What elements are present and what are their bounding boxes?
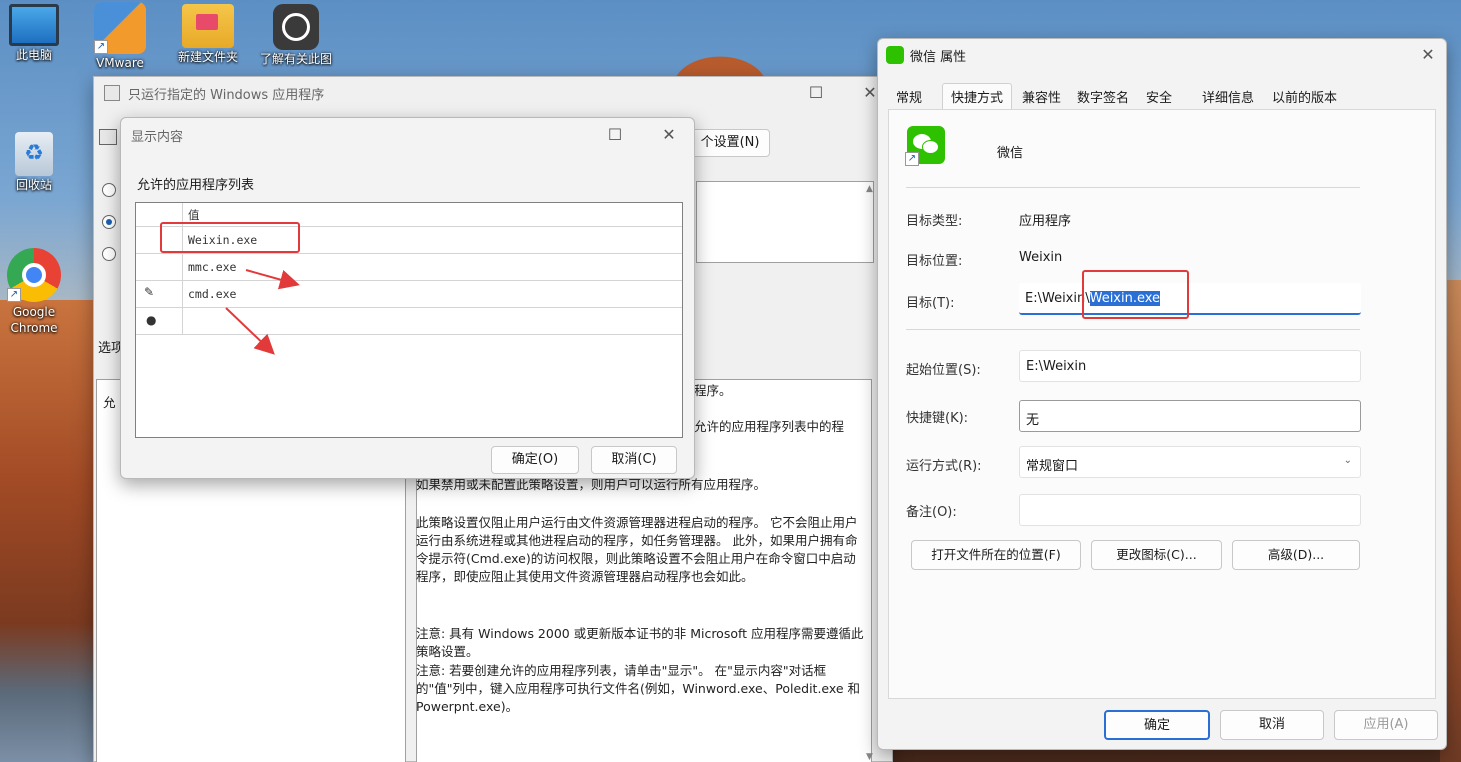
separator xyxy=(906,329,1360,330)
run-select[interactable]: 常规窗口 ⌄ xyxy=(1019,446,1361,478)
props-tabs: 常规 快捷方式 兼容性 数字签名 安全 详细信息 以前的版本 xyxy=(878,83,1448,111)
highlight-box-target-exe xyxy=(1082,270,1189,319)
chevron-down-icon: ⌄ xyxy=(1343,455,1352,466)
close-icon[interactable]: ✕ xyxy=(659,125,679,145)
chrome-icon: ↗ xyxy=(7,248,61,302)
tab-general[interactable]: 常规 xyxy=(896,87,922,106)
edit-pencil-icon: ✎ xyxy=(144,285,155,299)
separator xyxy=(906,187,1360,188)
target-value-prefix: E:\Weixin\ xyxy=(1025,291,1090,306)
advanced-button[interactable]: 高级(D)... xyxy=(1232,540,1360,570)
policy-setting-icon xyxy=(99,129,117,145)
help-paragraph-2: 此策略设置仅阻止用户运行由文件资源管理器进程启动的程序。 它不会阻止用户运行由系… xyxy=(416,515,858,584)
props-title: 微信 属性 xyxy=(910,49,967,65)
props-titlebar: 微信 属性 ✕ xyxy=(878,39,1446,71)
highlight-box-weixin-exe xyxy=(160,222,300,253)
start-in-input[interactable]: E:\Weixin xyxy=(1019,350,1361,382)
comment-input[interactable] xyxy=(1019,494,1361,526)
run-select-value: 常规窗口 xyxy=(1026,459,1079,474)
shortcut-arrow-icon: ↗ xyxy=(94,40,108,54)
recycle-bin-icon: ♻ xyxy=(15,132,53,176)
maximize-icon[interactable]: ☐ xyxy=(806,83,826,103)
tab-compatibility[interactable]: 兼容性 xyxy=(1022,87,1061,106)
comment-label: 备注(O): xyxy=(906,505,957,520)
ok-button[interactable]: 确定(O) xyxy=(491,446,579,474)
open-file-location-button[interactable]: 打开文件所在的位置(F) xyxy=(911,540,1081,570)
help-line-1: 程序。 xyxy=(694,383,732,398)
folder-icon xyxy=(182,4,234,48)
scroll-down-icon[interactable]: ▼ xyxy=(866,752,873,762)
tab-details[interactable]: 详细信息 xyxy=(1202,87,1254,106)
hotkey-input[interactable]: 无 xyxy=(1019,400,1361,432)
shortcut-arrow-icon: ↗ xyxy=(905,152,919,166)
tab-security[interactable]: 安全 xyxy=(1146,87,1172,106)
run-label: 运行方式(R): xyxy=(906,459,982,474)
allow-label: 允 xyxy=(103,395,116,410)
props-cancel-button[interactable]: 取消 xyxy=(1220,710,1324,740)
props-ok-button[interactable]: 确定 xyxy=(1104,710,1210,740)
target-label: 目标(T): xyxy=(906,296,955,311)
show-dialog-title: 显示内容 xyxy=(131,129,184,145)
target-location-label: 目标位置: xyxy=(906,254,963,269)
help-paragraph-4: 注意: 若要创建允许的应用程序列表，请单击"显示"。 在"显示内容"对话框的"值… xyxy=(416,663,861,714)
show-dialog-titlebar: 显示内容 ☐ ✕ xyxy=(121,118,694,152)
comment-box[interactable] xyxy=(696,181,874,263)
desktop-icon-recycle-bin[interactable]: ♻ 回收站 xyxy=(0,132,74,193)
tab-digital-signatures[interactable]: 数字签名 xyxy=(1077,87,1129,106)
wechat-app-icon: ↗ xyxy=(905,126,945,166)
new-row-marker-icon: ● xyxy=(146,313,157,327)
table-cell-value[interactable]: mmc.exe xyxy=(188,260,236,274)
table-cell-value[interactable]: cmd.exe xyxy=(188,287,236,301)
desktop-icon-this-pc[interactable]: 此电脑 xyxy=(0,4,74,63)
table-row-new[interactable]: ● xyxy=(136,308,682,335)
wallpaper-rock-left xyxy=(0,300,100,762)
radio-disabled[interactable] xyxy=(102,247,116,261)
desktop-icon-vmware[interactable]: ↗ VMware xyxy=(80,2,160,71)
target-type-value: 应用程序 xyxy=(1019,214,1072,229)
table-row[interactable]: mmc.exe xyxy=(136,254,682,281)
close-icon[interactable]: ✕ xyxy=(1418,45,1438,65)
radio-enabled[interactable] xyxy=(102,215,116,229)
shortcut-tab-panel: ↗ 微信 目标类型: 应用程序 目标位置: Weixin 目标(T): E:\W… xyxy=(888,109,1436,699)
maximize-icon[interactable]: ☐ xyxy=(605,125,625,145)
start-in-label: 起始位置(S): xyxy=(906,363,981,378)
table-row[interactable]: ✎ cmd.exe xyxy=(136,281,682,308)
properties-window: 微信 属性 ✕ 常规 快捷方式 兼容性 数字签名 安全 详细信息 以前的版本 ↗… xyxy=(877,38,1447,750)
shortcut-arrow-icon: ↗ xyxy=(7,288,21,302)
hotkey-label: 快捷键(K): xyxy=(906,411,969,426)
policy-title: 只运行指定的 Windows 应用程序 xyxy=(128,87,325,103)
camera-info-icon xyxy=(273,4,319,50)
radio-not-configured[interactable] xyxy=(102,183,116,197)
change-icon-button[interactable]: 更改图标(C)... xyxy=(1091,540,1222,570)
cancel-button[interactable]: 取消(C) xyxy=(591,446,677,474)
desktop-icon-chrome[interactable]: ↗ Google Chrome xyxy=(0,248,74,336)
tab-shortcut[interactable]: 快捷方式 xyxy=(942,83,1013,111)
policy-app-icon xyxy=(104,85,120,101)
allowed-list-label: 允许的应用程序列表 xyxy=(137,178,255,193)
computer-icon xyxy=(9,4,59,46)
app-name: 微信 xyxy=(997,146,1024,161)
props-apply-button[interactable]: 应用(A) xyxy=(1334,710,1438,740)
help-paragraph-3: 注意: 具有 Windows 2000 或更新版本证书的非 Microsoft … xyxy=(416,626,864,659)
help-line-2: 允许的应用程序列表中的程 xyxy=(694,419,845,434)
target-location-value: Weixin xyxy=(1019,250,1063,265)
target-input[interactable]: E:\Weixin\Weixin.exe xyxy=(1019,283,1361,315)
wechat-small-icon xyxy=(886,46,904,64)
desktop-icon-new-folder[interactable]: 新建文件夹 xyxy=(168,4,248,65)
policy-titlebar: 只运行指定的 Windows 应用程序 ☐ ✕ xyxy=(94,77,892,109)
target-type-label: 目标类型: xyxy=(906,214,963,229)
column-header-value: 值 xyxy=(188,208,200,222)
next-setting-button[interactable]: 个设置(N) xyxy=(690,129,770,157)
supported-on-box xyxy=(696,267,874,375)
scroll-up-icon[interactable]: ▲ xyxy=(866,184,873,194)
tab-previous-versions[interactable]: 以前的版本 xyxy=(1272,87,1337,106)
vmware-icon: ↗ xyxy=(94,2,146,54)
desktop-icon-learn-about-picture[interactable]: 了解有关此图 xyxy=(256,4,336,67)
